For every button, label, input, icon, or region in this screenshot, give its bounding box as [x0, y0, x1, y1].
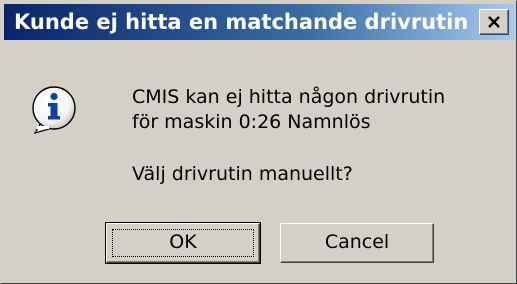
dialog-window: Kunde ej hitta en matchande drivrutin CM… [0, 0, 517, 284]
cancel-button-label: Cancel [324, 231, 390, 253]
close-icon [488, 16, 500, 28]
message-line-2: för maskin 0:26 Namnlös [132, 111, 371, 133]
question-text: Välj drivrutin manuellt? [132, 163, 353, 185]
title-bar[interactable]: Kunde ej hitta en matchande drivrutin [4, 4, 515, 40]
close-button[interactable] [479, 9, 509, 35]
ok-button-label: OK [169, 231, 197, 253]
cancel-button[interactable]: Cancel [280, 223, 434, 263]
ok-button[interactable]: OK [105, 222, 261, 264]
window-title: Kunde ej hitta en matchande drivrutin [14, 10, 469, 34]
info-icon [27, 83, 83, 143]
message-line-1: CMIS kan ej hitta någon drivrutin [132, 86, 446, 108]
